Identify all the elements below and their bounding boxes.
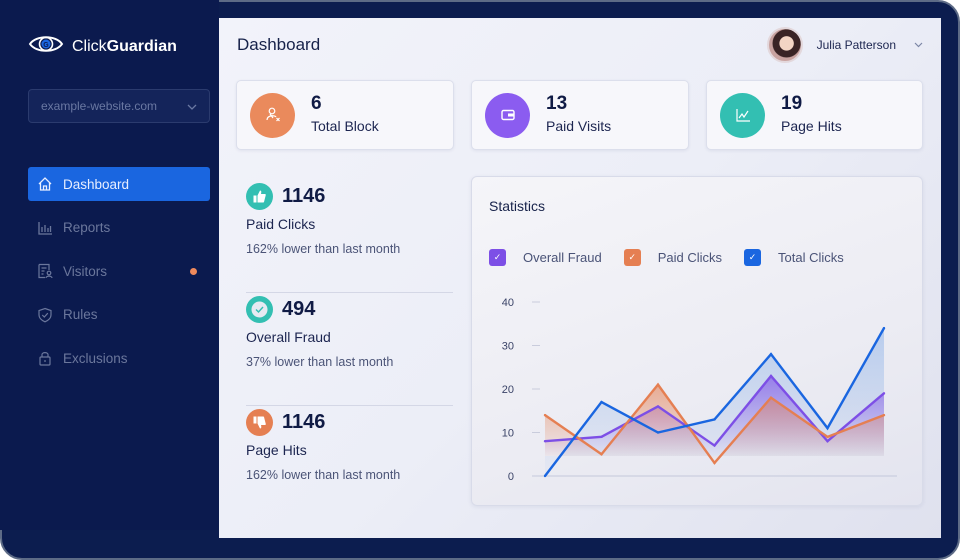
notification-dot	[190, 268, 197, 275]
user-menu[interactable]: Julia Patterson	[766, 27, 923, 63]
data-point-paid-clicks	[713, 461, 716, 465]
sidebar-item-rules[interactable]: Rules	[28, 298, 210, 332]
data-point-total-clicks	[826, 426, 829, 430]
sidebar-item-exclusions[interactable]: Exclusions	[28, 341, 210, 375]
thumbs-down-icon	[246, 409, 273, 436]
lock-icon	[37, 350, 53, 366]
visitor-list-icon	[37, 263, 53, 279]
bar-chart-icon	[37, 220, 53, 236]
stat-label: Paid Visits	[546, 118, 612, 134]
metric-note: 162% lower than last month	[246, 468, 401, 482]
brand-name-regular: Click	[72, 37, 107, 55]
stat-card-total-block[interactable]: 6 Total Block	[236, 80, 454, 150]
data-point-total-clicks	[769, 353, 773, 356]
data-point-paid-clicks	[600, 453, 603, 456]
chevron-down-icon	[187, 99, 197, 113]
brand-name: ClickGuardian	[72, 38, 177, 56]
user-name: Julia Patterson	[816, 38, 896, 52]
statistics-chart: 0 10 20 30 40	[502, 297, 897, 483]
stat-value: 13	[546, 93, 568, 114]
sidebar-item-label: Exclusions	[63, 350, 128, 366]
metric-value: 494	[282, 298, 316, 320]
check-circle-icon	[246, 296, 273, 323]
data-point-total-clicks	[656, 431, 660, 434]
data-point-paid-clicks	[826, 435, 829, 439]
data-point-overall-fraud	[713, 444, 716, 447]
data-point-overall-fraud	[543, 440, 547, 443]
data-point-total-clicks	[600, 400, 603, 404]
metric-overall-fraud: 494 Overall Fraud 37% lower than last mo…	[246, 293, 453, 406]
eye-g-icon: G	[28, 33, 64, 60]
shield-check-icon	[37, 307, 53, 323]
user-block-icon	[250, 92, 295, 138]
svg-text:G: G	[43, 42, 49, 49]
sidebar-nav: Dashboard Reports Visitors Rules Exclusi…	[28, 167, 210, 385]
wallet-icon	[485, 92, 530, 138]
data-point-overall-fraud	[769, 374, 773, 378]
sidebar-item-reports[interactable]: Reports	[28, 211, 210, 245]
line-chart-icon	[720, 92, 765, 138]
data-point-overall-fraud	[826, 440, 829, 443]
data-point-total-clicks	[882, 326, 886, 330]
stat-card-page-hits[interactable]: 19 Page Hits	[706, 80, 923, 150]
metric-label: Page Hits	[246, 442, 307, 458]
metric-label: Overall Fraud	[246, 329, 331, 345]
y-tick-label: 10	[502, 428, 514, 440]
data-point-total-clicks	[713, 418, 716, 421]
website-select-value: example-website.com	[41, 99, 158, 113]
data-point-overall-fraud	[600, 435, 603, 439]
data-point-paid-clicks	[769, 396, 773, 399]
metric-label: Paid Clicks	[246, 216, 316, 232]
data-point-paid-clicks	[656, 383, 660, 386]
home-icon	[37, 176, 53, 192]
y-tick-label: 40	[502, 297, 514, 309]
stat-value: 19	[781, 93, 803, 114]
stat-label: Page Hits	[781, 118, 842, 134]
sidebar-item-dashboard[interactable]: Dashboard	[28, 167, 210, 201]
sidebar-item-label: Visitors	[63, 263, 108, 279]
data-point-total-clicks	[543, 474, 547, 478]
data-point-overall-fraud	[882, 392, 886, 395]
sidebar-item-visitors[interactable]: Visitors	[28, 254, 210, 288]
metric-value: 1146	[282, 185, 326, 207]
y-tick-label: 20	[502, 384, 514, 396]
metrics-list: 1146 Paid Clicks 162% lower than last mo…	[246, 180, 453, 519]
website-select[interactable]: example-website.com	[28, 89, 210, 123]
metric-note: 37% lower than last month	[246, 355, 394, 369]
stat-value: 6	[311, 93, 322, 114]
metric-paid-clicks: 1146 Paid Clicks 162% lower than last mo…	[246, 180, 453, 293]
page-title: Dashboard	[237, 35, 321, 54]
sidebar-item-label: Reports	[63, 220, 111, 235]
data-point-paid-clicks	[543, 413, 547, 417]
data-point-overall-fraud	[656, 405, 660, 408]
statistics-card: Statistics ✓ Overall Fraud ✓ Paid Clicks…	[471, 176, 923, 506]
metric-page-hits: 1146 Page Hits 162% lower than last mont…	[246, 406, 453, 519]
avatar[interactable]	[766, 27, 803, 63]
chevron-down-icon[interactable]	[914, 40, 923, 51]
brand-name-bold: Guardian	[106, 37, 177, 55]
sidebar-item-label: Dashboard	[63, 176, 130, 192]
data-point-paid-clicks	[882, 413, 886, 417]
thumbs-up-icon	[246, 183, 273, 210]
y-tick-label: 0	[508, 471, 514, 483]
metric-note: 162% lower than last month	[246, 242, 401, 256]
y-tick-label: 30	[502, 341, 514, 353]
metric-value: 1146	[282, 411, 326, 433]
sidebar: G ClickGuardian example-website.com Dash…	[0, 0, 219, 530]
main-content: Dashboard Julia Patterson 6 Total Block …	[219, 18, 941, 538]
sidebar-item-label: Rules	[63, 307, 98, 322]
stat-label: Total Block	[311, 118, 379, 134]
stat-card-paid-visits[interactable]: 13 Paid Visits	[471, 80, 689, 150]
brand-logo[interactable]: G ClickGuardian	[28, 33, 177, 60]
